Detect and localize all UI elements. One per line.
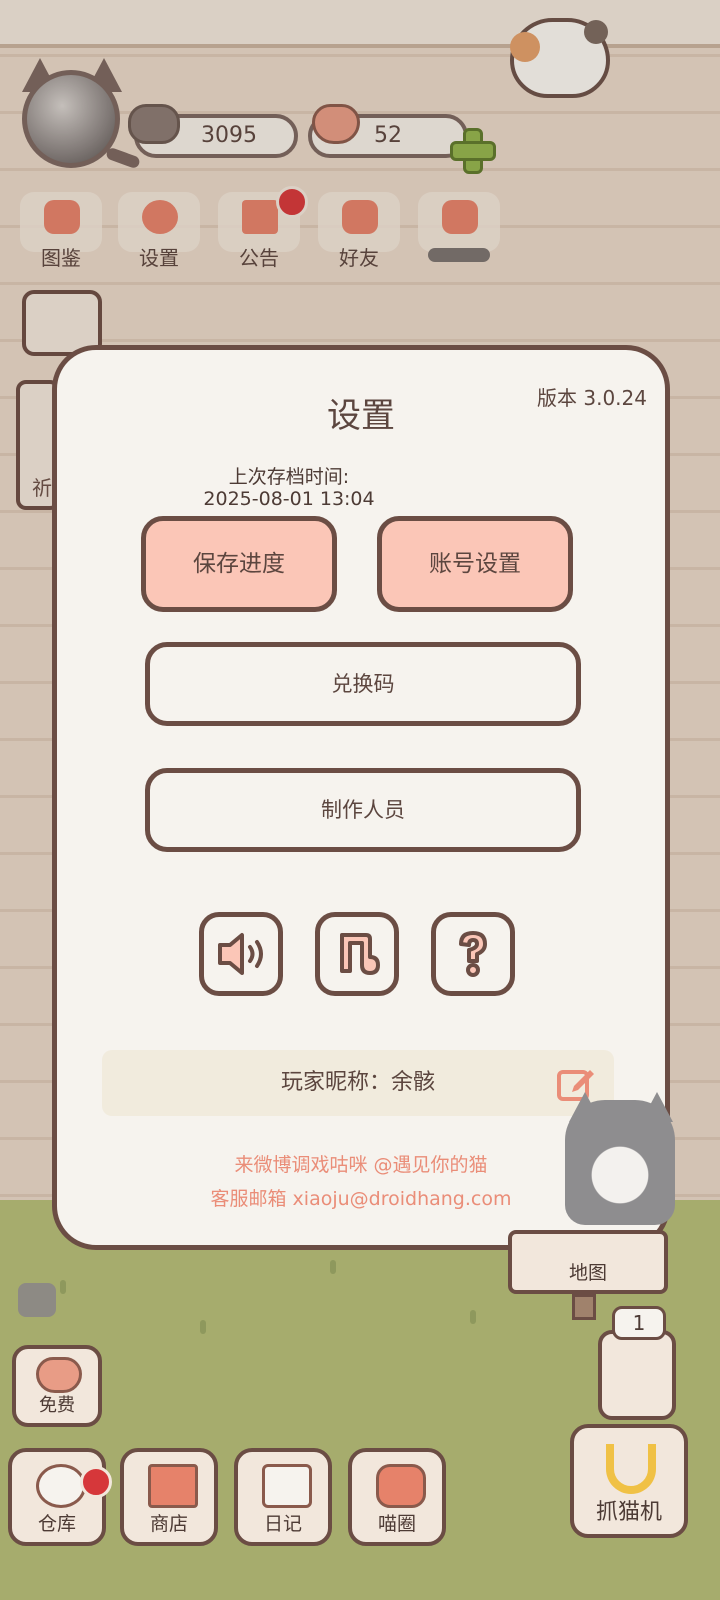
nickname-field: 玩家昵称：余骸 xyxy=(102,1050,614,1116)
claw-label: 抓猫机 xyxy=(595,1500,662,1525)
heart-icon xyxy=(36,1357,82,1393)
help-button[interactable] xyxy=(431,912,515,996)
sound-button[interactable] xyxy=(199,912,283,996)
cat-ear xyxy=(569,1092,601,1122)
free-button[interactable]: 免费 xyxy=(12,1345,102,1427)
claw-machine-preview[interactable] xyxy=(598,1330,676,1420)
nav-diary-label: 日记 xyxy=(263,1513,302,1535)
question-mark-icon xyxy=(459,931,487,977)
last-save-label: 上次存档时间: xyxy=(228,466,350,488)
claw-icon xyxy=(606,1444,656,1494)
music-note-icon xyxy=(340,933,380,975)
version-label: 版本 3.0.24 xyxy=(537,386,647,410)
nav-cat-circle[interactable]: 喵圈 xyxy=(348,1448,446,1546)
warehouse-badge xyxy=(80,1466,112,1498)
nickname-text: 玩家昵称：余骸 xyxy=(280,1070,435,1095)
save-progress-button[interactable]: 保存进度 xyxy=(141,516,337,612)
nav-warehouse-label: 仓库 xyxy=(37,1513,76,1535)
music-button[interactable] xyxy=(315,912,399,996)
claw-machine-button[interactable]: 抓猫机 xyxy=(570,1424,688,1538)
nav-cat-circle-label: 喵圈 xyxy=(377,1513,416,1535)
free-label: 免费 xyxy=(39,1395,75,1416)
map-sign-post xyxy=(572,1294,596,1320)
nav-shop-label: 商店 xyxy=(149,1513,188,1535)
map-label: 地图 xyxy=(568,1262,607,1284)
nav-shop[interactable]: 商店 xyxy=(120,1448,218,1546)
credits-button[interactable]: 制作人员 xyxy=(145,768,581,852)
shop-icon xyxy=(148,1464,198,1508)
diary-icon xyxy=(262,1464,312,1508)
claw-counter: 1 xyxy=(612,1306,666,1340)
speaker-icon xyxy=(218,933,263,975)
cat-ear xyxy=(641,1092,673,1122)
nav-diary[interactable]: 日记 xyxy=(234,1448,332,1546)
cat-photo-sticker xyxy=(565,1092,675,1225)
cloud-icon[interactable] xyxy=(18,1283,56,1317)
cat-planet-icon xyxy=(376,1464,426,1508)
map-button[interactable]: 地图 xyxy=(508,1230,668,1294)
redeem-code-button[interactable]: 兑换码 xyxy=(145,642,581,726)
account-settings-button[interactable]: 账号设置 xyxy=(377,516,573,612)
last-save-time: 2025-08-01 13:04 xyxy=(203,488,375,510)
warehouse-icon xyxy=(36,1464,86,1508)
